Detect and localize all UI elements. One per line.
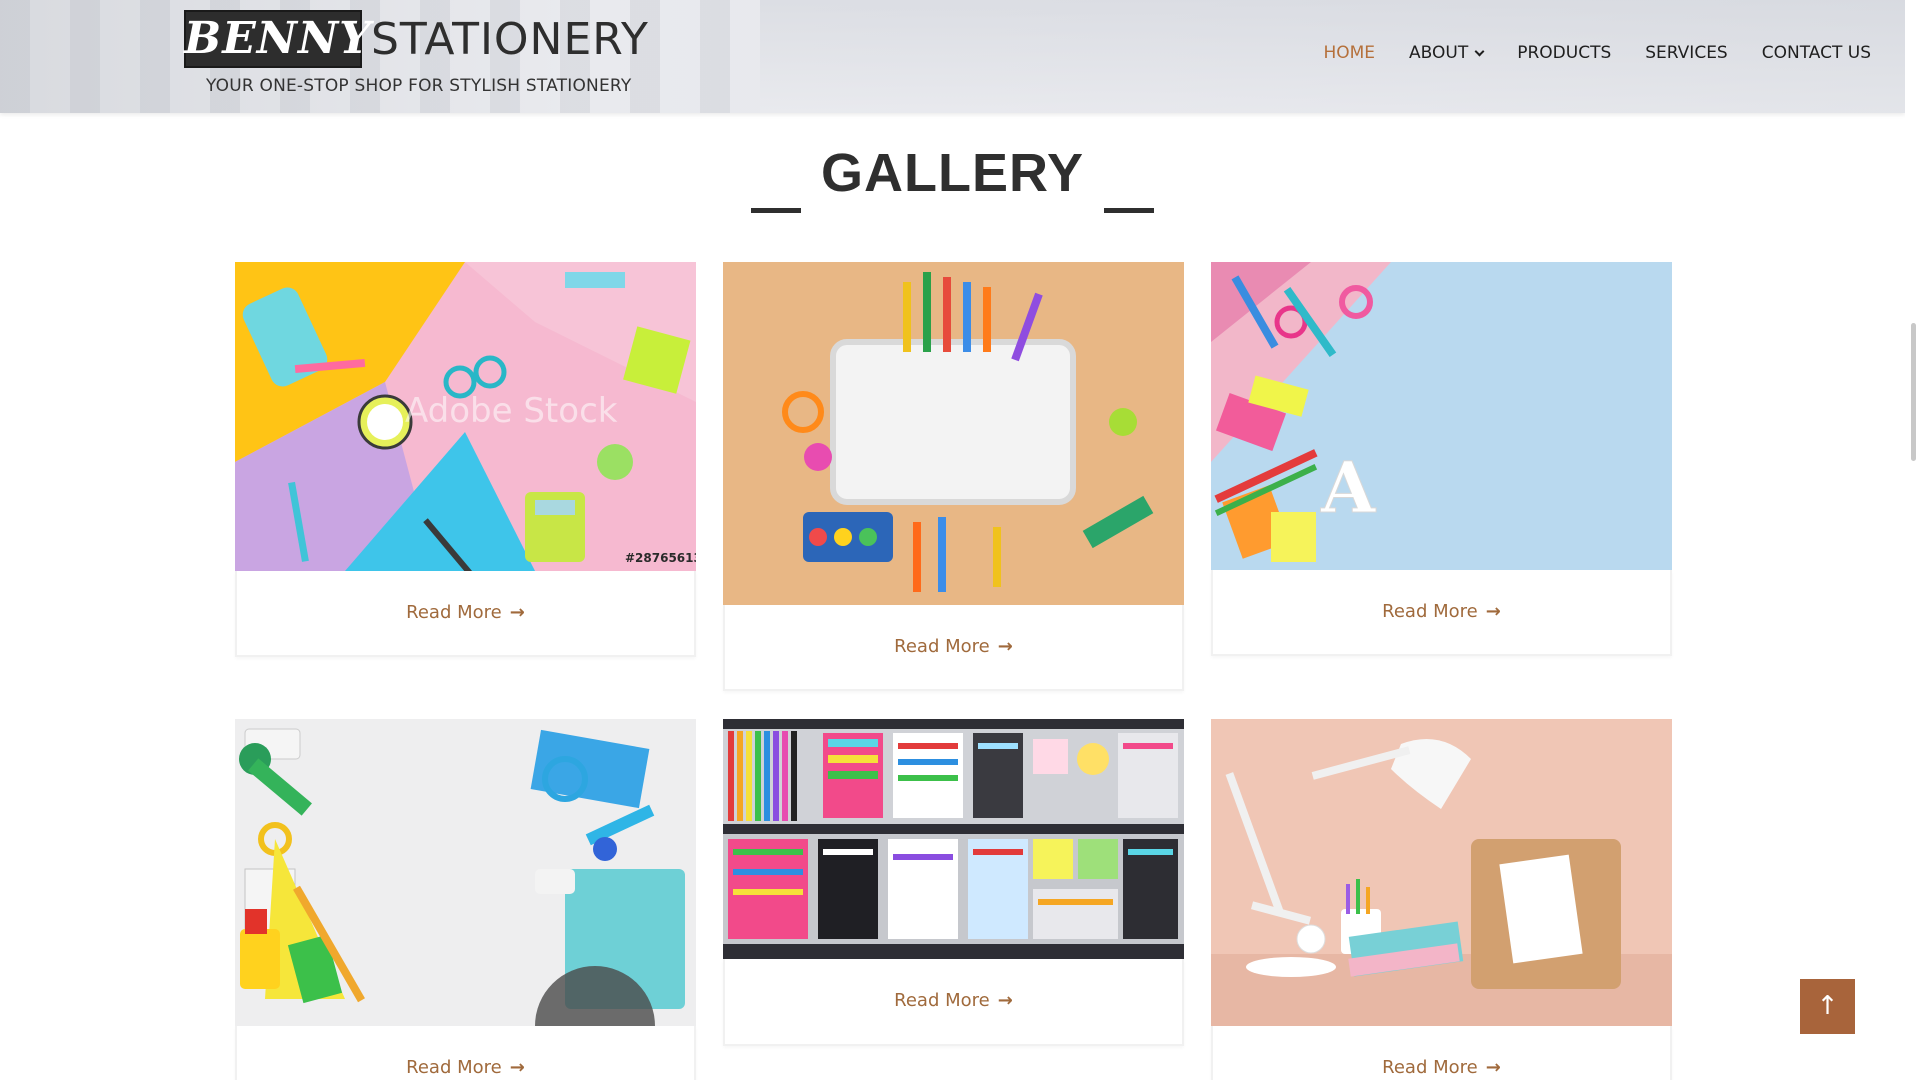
scrollbar-thumb[interactable] xyxy=(1911,323,1916,461)
arrow-up-icon: ↑ xyxy=(1816,991,1839,1021)
gallery-card: Read More → xyxy=(235,719,696,1080)
gallery-card: Read More → xyxy=(723,719,1184,1046)
read-more-label: Read More xyxy=(406,602,502,623)
nav-contact-label: CONTACT US xyxy=(1761,43,1871,63)
nav-services-label: SERVICES xyxy=(1645,43,1728,63)
svg-text:A: A xyxy=(1320,446,1377,529)
read-more-link[interactable]: Read More → xyxy=(723,636,1184,657)
logo-tagline: YOUR ONE-STOP SHOP FOR STYLISH STATIONER… xyxy=(206,76,632,96)
read-more-label: Read More xyxy=(894,990,990,1011)
nav-services[interactable]: SERVICES xyxy=(1645,43,1727,63)
gallery-image-whiteboard[interactable] xyxy=(723,262,1184,605)
chevron-down-icon xyxy=(1474,46,1485,56)
gallery-image-colorful-paper[interactable]: Adobe Stock #287656135 xyxy=(235,262,696,571)
gallery-title: GALLERY xyxy=(821,143,1084,203)
arrow-right-icon: → xyxy=(509,602,525,623)
read-more-link[interactable]: Read More → xyxy=(235,1057,696,1078)
read-more-label: Read More xyxy=(1382,1057,1478,1078)
gallery-image-white-desk[interactable] xyxy=(235,719,696,1026)
arrow-right-icon: → xyxy=(997,636,1013,657)
gallery-card: Read More → xyxy=(1211,719,1672,1080)
arrow-right-icon: → xyxy=(509,1057,525,1078)
title-dash-left xyxy=(751,208,801,213)
gallery-card: Read More → xyxy=(723,262,1184,691)
site-header: BENNY STATIONERY YOUR ONE-STOP SHOP FOR … xyxy=(0,0,1905,113)
arrow-right-icon: → xyxy=(1485,1057,1501,1078)
gallery-card: A Read More → xyxy=(1211,262,1672,656)
read-more-link[interactable]: Read More → xyxy=(235,602,696,623)
read-more-link[interactable]: Read More → xyxy=(1211,1057,1672,1078)
logo-word: BENNY xyxy=(184,13,372,64)
nav-home-label: HOME xyxy=(1323,43,1376,63)
nav-about[interactable]: ABOUT xyxy=(1409,43,1485,63)
nav-products-label: PRODUCTS xyxy=(1517,43,1612,63)
gallery-image-pen-collection[interactable] xyxy=(723,719,1184,959)
nav-products[interactable]: PRODUCTS xyxy=(1517,43,1611,63)
main-nav: HOME ABOUT PRODUCTS SERVICES CONTACT US xyxy=(1289,43,1871,63)
gallery-card: Adobe Stock #287656135 Read More → xyxy=(235,262,696,657)
read-more-link[interactable]: Read More → xyxy=(723,990,1184,1011)
card-stock-id: #287656135 xyxy=(625,551,696,565)
nav-home[interactable]: HOME xyxy=(1323,43,1375,63)
read-more-link[interactable]: Read More → xyxy=(1211,601,1672,622)
gallery-image-light-blue[interactable]: A xyxy=(1211,262,1672,570)
logo-suffix: STATIONERY xyxy=(371,14,649,65)
scroll-to-top-button[interactable]: ↑ xyxy=(1800,979,1855,1034)
read-more-label: Read More xyxy=(894,636,990,657)
arrow-right-icon: → xyxy=(1485,601,1501,622)
gallery-heading: GALLERY xyxy=(0,142,1905,213)
gallery-image-desk-lamp[interactable] xyxy=(1211,719,1672,1026)
site-logo[interactable]: BENNY STATIONERY YOUR ONE-STOP SHOP FOR … xyxy=(184,10,648,100)
read-more-label: Read More xyxy=(1382,601,1478,622)
read-more-label: Read More xyxy=(406,1057,502,1078)
arrow-right-icon: → xyxy=(997,990,1013,1011)
nav-contact[interactable]: CONTACT US xyxy=(1762,43,1871,63)
nav-about-label: ABOUT xyxy=(1409,43,1469,63)
scrollbar-track[interactable] xyxy=(1905,0,1920,1080)
title-dash-right xyxy=(1104,208,1154,213)
card-watermark: Adobe Stock xyxy=(405,391,618,431)
